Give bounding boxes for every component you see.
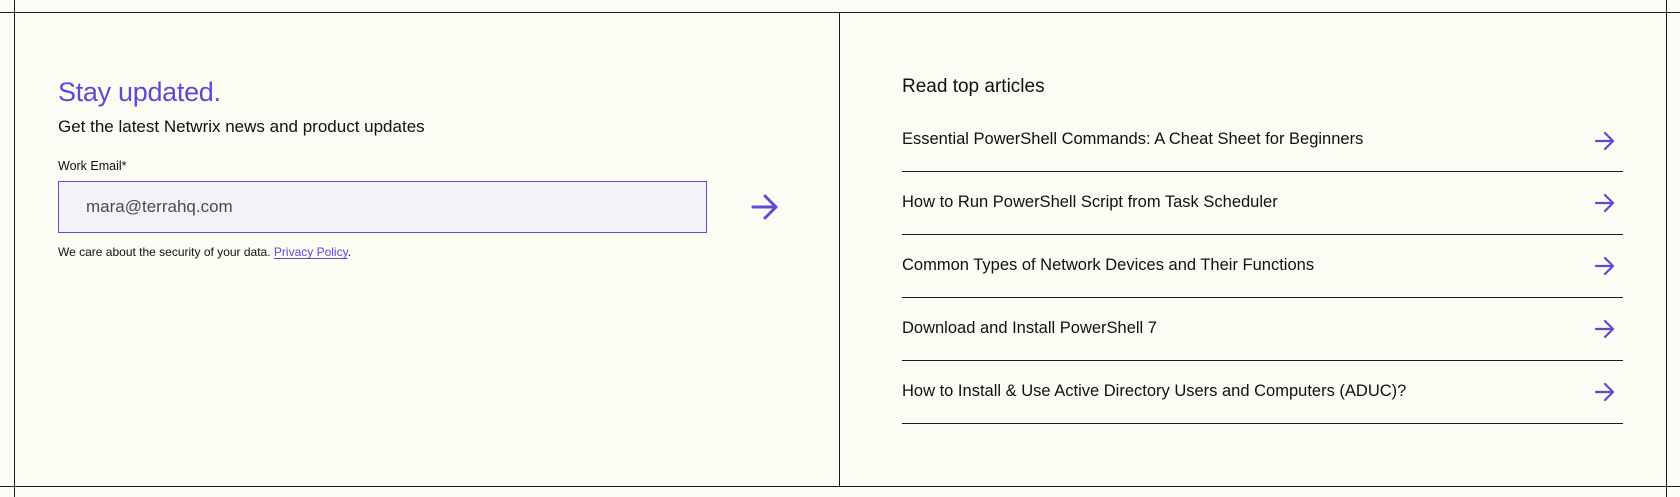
top-articles-title: Read top articles — [902, 76, 1045, 97]
newsletter-heading: Stay updated. — [58, 77, 221, 107]
article-item[interactable]: Download and Install PowerShell 7 — [902, 298, 1623, 361]
newsletter-subheading: Get the latest Netwrix news and product … — [58, 117, 425, 136]
arrow-right-icon — [1593, 191, 1617, 215]
arrow-right-icon — [1593, 317, 1617, 341]
work-email-label: Work Email* — [58, 159, 127, 173]
article-item[interactable]: Essential PowerShell Commands: A Cheat S… — [902, 110, 1623, 172]
article-item[interactable]: How to Run PowerShell Script from Task S… — [902, 172, 1623, 235]
article-title: Download and Install PowerShell 7 — [902, 318, 1157, 337]
privacy-period: . — [347, 245, 352, 259]
article-title: Common Types of Network Devices and Thei… — [902, 255, 1315, 274]
frame-bottom-border — [0, 486, 1680, 487]
frame-center-divider — [839, 12, 840, 486]
frame-left-border — [14, 0, 15, 497]
frame-right-border — [1666, 0, 1667, 497]
work-email-input[interactable] — [58, 181, 707, 233]
newsletter-form — [58, 181, 798, 233]
arrow-right-icon — [1593, 254, 1617, 278]
arrow-right-icon — [751, 194, 778, 220]
frame-top-border — [0, 12, 1680, 13]
article-list: Essential PowerShell Commands: A Cheat S… — [902, 110, 1623, 424]
privacy-note: We care about the security of your data.… — [58, 244, 798, 260]
arrow-right-icon — [1593, 129, 1617, 153]
arrow-right-icon — [1593, 380, 1617, 404]
article-title: Essential PowerShell Commands: A Cheat S… — [902, 130, 1364, 148]
privacy-text: We care about the security of your data. — [58, 245, 271, 259]
privacy-policy-link[interactable]: Privacy Policy — [274, 245, 348, 259]
article-item[interactable]: Common Types of Network Devices and Thei… — [902, 235, 1623, 298]
newsletter-submit-button[interactable] — [737, 181, 793, 233]
top-articles-section: Read top articles Essential PowerShell C… — [902, 72, 1623, 424]
article-item[interactable]: How to Install & Use Active Directory Us… — [902, 361, 1623, 424]
article-title: How to Install & Use Active Directory Us… — [902, 381, 1407, 400]
newsletter-section: Stay updated. Get the latest Netwrix new… — [58, 72, 798, 260]
article-title: How to Run PowerShell Script from Task S… — [902, 192, 1278, 211]
